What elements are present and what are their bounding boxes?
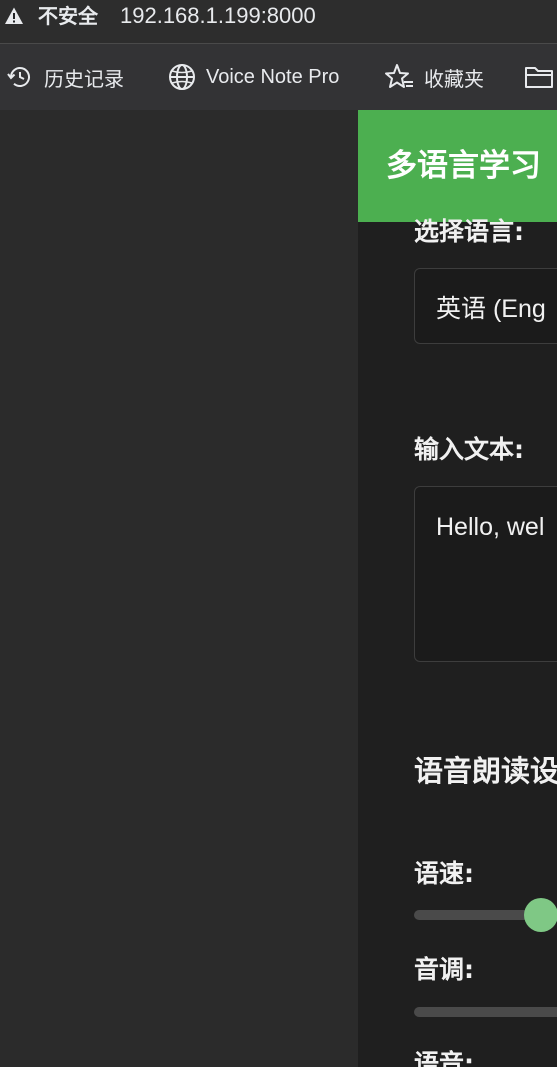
- favorites-star-icon: [385, 64, 413, 88]
- history-icon: [7, 67, 30, 87]
- bookmark-label: Voice Note Pro: [206, 65, 340, 88]
- rate-slider-thumb[interactable]: [524, 898, 557, 932]
- folder-icon: [525, 67, 553, 88]
- bookmark-favorites[interactable]: 收藏夹: [384, 60, 484, 94]
- rate-label: 语速:: [414, 859, 474, 888]
- text-input-label: 输入文本:: [414, 435, 524, 464]
- voice-label: 语音:: [414, 1049, 474, 1067]
- bookmark-voice-note-pro[interactable]: Voice Note Pro: [168, 60, 339, 94]
- speech-settings-title: 语音朗读设: [414, 754, 557, 788]
- app-title: 多语言学习: [386, 148, 541, 184]
- bookmark-label: 收藏夹: [424, 68, 484, 91]
- browser-toolbar: 不安全 192.168.1.199:8000: [0, 0, 557, 44]
- globe-icon: [169, 64, 195, 90]
- app-header: 多语言学习: [358, 110, 557, 222]
- pitch-label: 音调:: [414, 955, 474, 984]
- bookmark-history[interactable]: 历史记录: [6, 60, 124, 94]
- bookmarks-bar: 历史记录 Voice Note Pro 收藏夹: [0, 44, 557, 110]
- warning-icon[interactable]: [4, 6, 24, 26]
- security-status-label[interactable]: 不安全: [38, 2, 98, 30]
- page-left-background: [0, 110, 358, 1067]
- pitch-slider-track[interactable]: [414, 1007, 557, 1017]
- text-input-value: Hello, wel: [436, 513, 545, 541]
- bookmark-folder[interactable]: [524, 60, 557, 94]
- language-label: 选择语言:: [414, 217, 524, 246]
- app-panel: 多语言学习 选择语言: 英语 (Eng 输入文本: Hello, wel 语音朗…: [358, 110, 557, 1067]
- address-url[interactable]: 192.168.1.199:8000: [120, 2, 316, 30]
- language-select[interactable]: 英语 (Eng: [414, 268, 557, 344]
- text-input-area[interactable]: Hello, wel: [414, 486, 557, 662]
- bookmark-label: 历史记录: [44, 68, 124, 91]
- language-selected-value: 英语 (Eng: [436, 295, 546, 323]
